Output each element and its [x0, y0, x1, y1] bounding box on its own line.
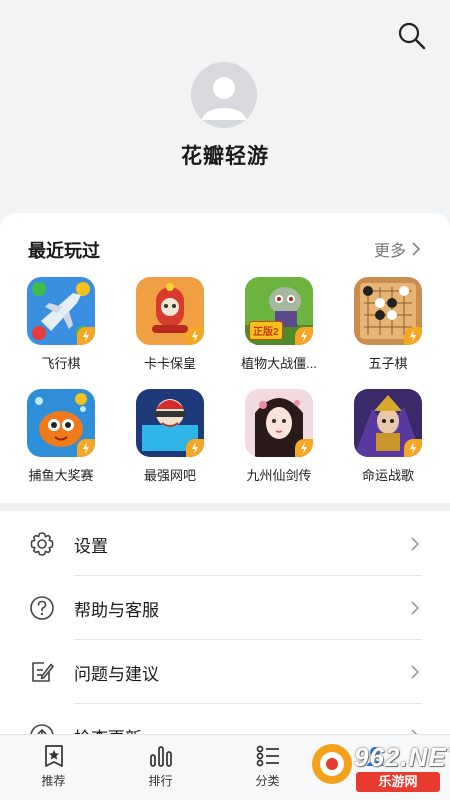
quick-play-badge: [77, 327, 95, 345]
tab-category[interactable]: 分类: [214, 735, 321, 800]
game-item-flying-chess[interactable]: 飞行棋: [11, 277, 111, 372]
game-item-gomoku[interactable]: 五子棋: [338, 277, 438, 372]
quick-play-badge: [404, 439, 422, 457]
avatar[interactable]: [191, 62, 257, 128]
chevron-right-icon: [411, 537, 420, 551]
rank-icon: [149, 746, 172, 767]
more-label: 更多: [373, 243, 406, 260]
profile-header: 花瓣轻游: [0, 0, 450, 215]
game-name: 九州仙剑传: [246, 468, 312, 483]
flying-chess-icon: [27, 277, 95, 345]
quick-play-badge: [295, 439, 313, 457]
game-name: 五子棋: [368, 356, 408, 371]
game-item-pvz[interactable]: 正版2 植物大战僵...: [229, 277, 329, 372]
kaka-baohuang-icon: [136, 277, 204, 345]
watermark-emblem-icon: [312, 744, 352, 784]
game-item-fishing[interactable]: 捕鱼大奖赛: [11, 389, 111, 484]
plants-vs-zombies-icon: 正版2: [245, 277, 313, 345]
more-link[interactable]: 更多: [374, 237, 422, 261]
gomoku-icon: [354, 277, 422, 345]
menu-label: 问题与建议: [74, 664, 159, 684]
recommend-icon: [44, 745, 63, 767]
section-title: 最近玩过: [28, 241, 100, 261]
menu-item-settings[interactable]: 设置: [0, 512, 450, 576]
quick-play-badge: [186, 327, 204, 345]
quick-play-badge: [186, 439, 204, 457]
quick-play-badge: [404, 327, 422, 345]
menu-label: 帮助与客服: [74, 600, 159, 620]
game-name: 卡卡保皇: [143, 356, 196, 371]
tab-label: 推荐: [41, 774, 66, 788]
jiuzhou-xianjian-icon: [245, 389, 313, 457]
tab-recommend[interactable]: 推荐: [0, 735, 107, 800]
chevron-right-icon: [411, 665, 420, 679]
game-name: 植物大战僵...: [241, 356, 317, 371]
watermark-logo: 962.NET 乐游网: [308, 736, 450, 794]
menu-item-feedback[interactable]: 问题与建议: [0, 640, 450, 704]
category-icon: [256, 745, 279, 767]
game-name: 命运战歌: [361, 468, 414, 483]
fishing-icon: [27, 389, 95, 457]
menu-item-help[interactable]: 帮助与客服: [0, 576, 450, 640]
internet-cafe-icon: [136, 389, 204, 457]
game-item-kaka[interactable]: 卡卡保皇: [120, 277, 220, 372]
game-item-destiny[interactable]: 命运战歌: [338, 389, 438, 484]
settings-menu: 设置 帮助与客服 问题与建议 检查更新: [0, 511, 450, 736]
tab-label: 分类: [255, 774, 280, 788]
watermark-sub: 乐游网: [356, 772, 440, 792]
search-icon[interactable]: [396, 20, 428, 52]
menu-label: 设置: [74, 536, 108, 556]
game-name: 最强网吧: [143, 468, 196, 483]
chevron-right-icon: [412, 242, 421, 256]
tab-label: 排行: [148, 774, 173, 788]
help-icon: [30, 596, 54, 620]
section-divider: [0, 503, 450, 511]
game-item-internet-cafe[interactable]: 最强网吧: [120, 389, 220, 484]
chevron-right-icon: [411, 601, 420, 615]
quick-play-badge: [295, 327, 313, 345]
license-badge: 正版2: [249, 321, 283, 340]
menu-item-update[interactable]: 检查更新: [0, 704, 450, 736]
quick-play-badge: [77, 439, 95, 457]
game-name: 飞行棋: [41, 356, 81, 371]
destiny-warsong-icon: [354, 389, 422, 457]
feedback-icon: [32, 662, 54, 682]
recent-games-card: 最近玩过 更多 飞行棋 卡卡保皇 正版2 植物大战僵... 五子棋 捕鱼大奖赛 …: [0, 213, 450, 503]
watermark-brand: 962.NET: [354, 742, 450, 772]
app-title: 花瓣轻游: [181, 145, 269, 168]
game-item-jiuzhou[interactable]: 九州仙剑传: [229, 389, 329, 484]
gear-icon: [30, 532, 54, 556]
tab-rank[interactable]: 排行: [107, 735, 214, 800]
game-name: 捕鱼大奖赛: [28, 468, 94, 483]
